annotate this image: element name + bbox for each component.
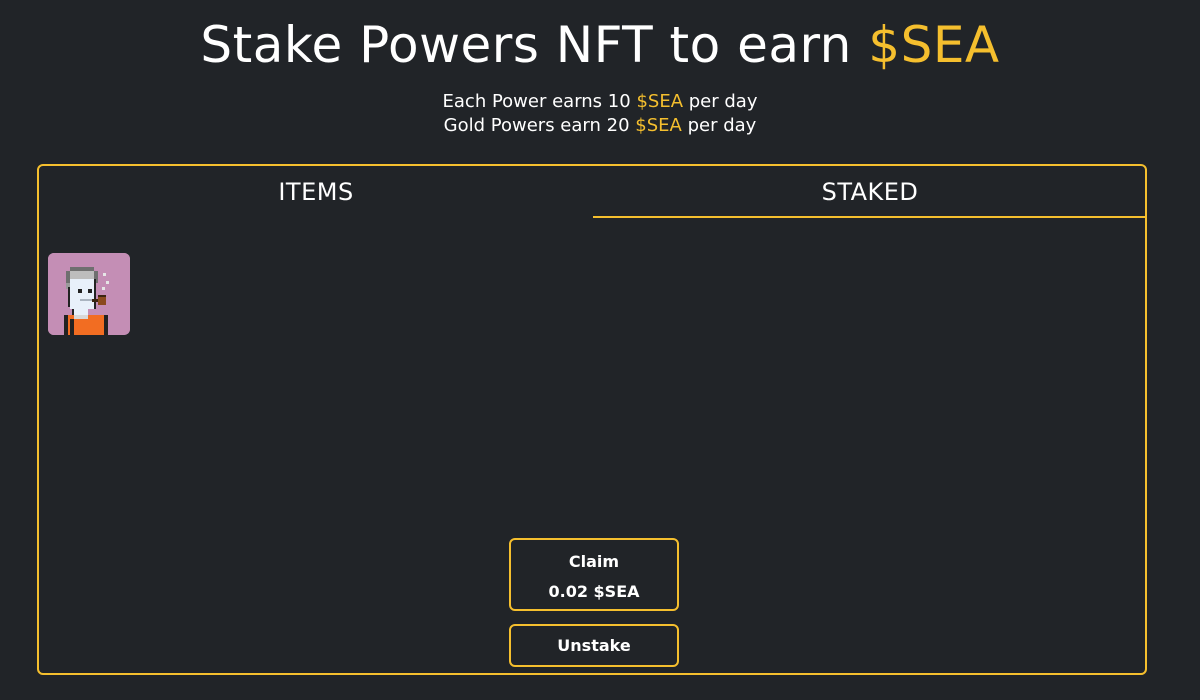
tab-staked[interactable]: STAKED — [593, 166, 1147, 218]
claim-amount: 0.02 $SEA — [548, 582, 640, 601]
pixel-character-nft-icon — [48, 253, 130, 335]
earn-rate-line: Each Power earns 10 $SEA per day — [0, 90, 1200, 114]
gold-earn-rate-line: Gold Powers earn 20 $SEA per day — [0, 114, 1200, 138]
page-title: Stake Powers NFT to earn $SEA — [0, 14, 1200, 76]
claim-button[interactable]: Claim 0.02 $SEA — [509, 538, 679, 611]
tab-items[interactable]: ITEMS — [39, 166, 593, 216]
staking-panel: ITEMS STAKED Claim 0.02 $SEA Unstake — [37, 164, 1147, 675]
gold-earn-rate-token: $SEA — [635, 115, 682, 136]
earn-rate-suffix: per day — [688, 91, 758, 112]
unstake-button[interactable]: Unstake — [509, 624, 679, 667]
earn-rate-prefix: Each Power earns 10 — [442, 91, 631, 112]
staking-page: Stake Powers NFT to earn $SEA Each Power… — [0, 0, 1200, 700]
claim-label: Claim — [568, 552, 620, 571]
page-title-text: Stake Powers NFT to earn — [200, 16, 852, 74]
nft-item-card[interactable] — [48, 253, 130, 335]
page-title-token: $SEA — [868, 16, 1000, 74]
earn-rate-token: $SEA — [636, 91, 684, 112]
gold-earn-rate-suffix: per day — [687, 115, 757, 136]
gold-earn-rate-prefix: Gold Powers earn 20 — [443, 115, 630, 136]
